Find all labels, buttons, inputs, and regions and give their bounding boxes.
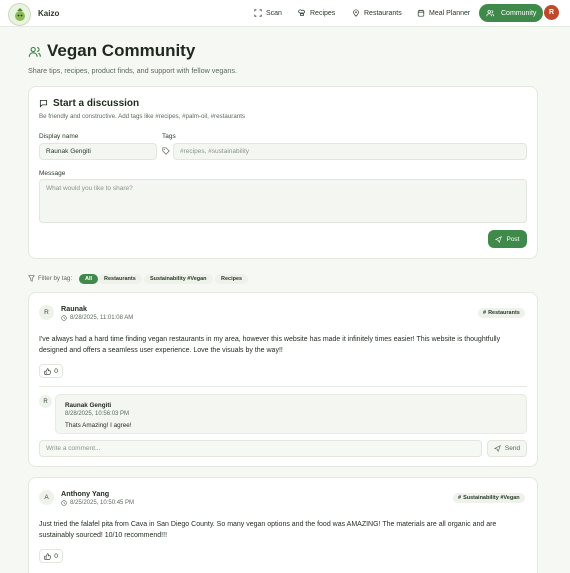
like-count: 0: [54, 552, 58, 560]
message-textarea[interactable]: What would you like to share?: [39, 179, 527, 223]
post-time-text: 8/28/2025, 11:01:08 AM: [70, 315, 134, 321]
page-subtitle: Share tips, recipes, product finds, and …: [28, 66, 237, 75]
message-label: Message: [39, 170, 66, 177]
compose-title-text: Start a discussion: [53, 98, 140, 109]
nav-recipes-label: Recipes: [310, 9, 336, 17]
compose-title: Start a discussion: [39, 98, 139, 109]
comment-input[interactable]: Write a comment...: [39, 440, 482, 457]
nav-restaurants-label: Restaurants: [364, 9, 402, 17]
post-body: I've always had a hard time finding vega…: [39, 336, 501, 354]
nav-scan[interactable]: Scan: [248, 4, 288, 22]
comment-author-name: Raunak Gengiti: [65, 402, 112, 409]
post-button-label: Post: [506, 235, 520, 243]
page-header: Vegan Community: [28, 41, 195, 61]
post-tag-text: Restaurants: [488, 310, 520, 316]
top-navigation-bar: Kaizo Scan Recipes Restaurants Meal Plan…: [0, 0, 570, 27]
user-avatar[interactable]: R: [544, 5, 559, 20]
post-tag-text: Sustainability #Vegan: [463, 495, 520, 501]
post-author-name: Raunak: [61, 304, 87, 313]
hash-icon: #: [483, 310, 487, 316]
users-icon: [28, 46, 41, 57]
chef-hat-icon: [298, 9, 305, 16]
filter-chip-recipes[interactable]: Recipes: [215, 274, 249, 284]
post-timestamp: 8/25/2025, 10:50:45 PM: [61, 500, 134, 506]
filter-chip-sustainability[interactable]: Sustainability #Vegan: [144, 274, 213, 284]
hash-icon: #: [458, 495, 462, 501]
users-icon: [486, 10, 494, 17]
compose-card: Start a discussion Be friendly and const…: [28, 86, 538, 259]
scan-icon: [254, 9, 262, 17]
message-square-icon: [39, 99, 48, 108]
filter-chip-restaurants[interactable]: Restaurants: [98, 274, 142, 284]
nav-meal-planner-label: Meal Planner: [429, 9, 471, 17]
nav-recipes[interactable]: Recipes: [292, 4, 341, 22]
clock-icon: [61, 500, 67, 506]
leaf-mascot-icon: [14, 7, 25, 21]
thumbs-up-icon: [44, 367, 52, 375]
post-time-text: 8/25/2025, 10:50:45 PM: [70, 500, 135, 506]
comment-item: Raunak Gengiti 8/28/2025, 10:56:03 PM Th…: [55, 394, 527, 434]
app-brand-name: Kaizo: [38, 9, 60, 18]
post-author-avatar: R: [39, 305, 54, 320]
tags-label: Tags: [162, 133, 176, 140]
filter-icon: [28, 275, 35, 282]
tag-icon: [162, 147, 170, 155]
display-name-input[interactable]: Raunak Gengiti: [39, 143, 157, 160]
like-count: 0: [54, 367, 58, 375]
kaizo-logo[interactable]: [8, 3, 31, 26]
nav-restaurants[interactable]: Restaurants: [346, 4, 408, 22]
nav-community[interactable]: Community: [479, 4, 544, 22]
post-button[interactable]: Post: [488, 230, 527, 248]
post-tag-badge[interactable]: # Restaurants: [478, 308, 525, 318]
map-pin-icon: [353, 9, 359, 17]
post-divider: [39, 386, 527, 387]
send-icon: [495, 235, 503, 243]
post-tag-badge[interactable]: # Sustainability #Vegan: [453, 493, 525, 503]
nav-community-label: Community: [501, 9, 537, 17]
like-button[interactable]: 0: [39, 549, 63, 563]
post-author-name: Anthony Yang: [61, 489, 110, 498]
display-name-label: Display name: [39, 133, 79, 140]
comment-author-avatar: R: [39, 395, 52, 408]
comment-timestamp: 8/28/2025, 10:56:03 PM: [65, 411, 130, 417]
thumbs-up-icon: [44, 552, 52, 560]
compose-hint: Be friendly and constructive. Add tags l…: [39, 113, 246, 120]
tags-input[interactable]: #recipes, #sustainability: [173, 143, 527, 160]
page-title: Vegan Community: [47, 41, 196, 60]
comment-text: Thats Amazing! I agree!: [65, 422, 132, 429]
post-body: Just tried the falafel pita from Cava in…: [39, 521, 497, 539]
post-timestamp: 8/28/2025, 11:01:08 AM: [61, 315, 133, 321]
post-card: A Anthony Yang 8/25/2025, 10:50:45 PM # …: [28, 477, 538, 573]
post-author-avatar: A: [39, 490, 54, 505]
clock-icon: [61, 315, 67, 321]
calendar-icon: [417, 9, 425, 17]
send-icon: [493, 445, 501, 452]
filter-label: Filter by tag:: [38, 275, 73, 282]
post-card: R Raunak 8/28/2025, 11:01:08 AM # Restau…: [28, 292, 538, 467]
like-button[interactable]: 0: [39, 364, 63, 378]
send-comment-button[interactable]: Send: [487, 440, 527, 457]
send-comment-label: Send: [504, 445, 521, 452]
nav-meal-planner[interactable]: Meal Planner: [411, 4, 476, 22]
nav-scan-label: Scan: [266, 9, 282, 17]
filter-chip-all[interactable]: All: [79, 274, 99, 284]
